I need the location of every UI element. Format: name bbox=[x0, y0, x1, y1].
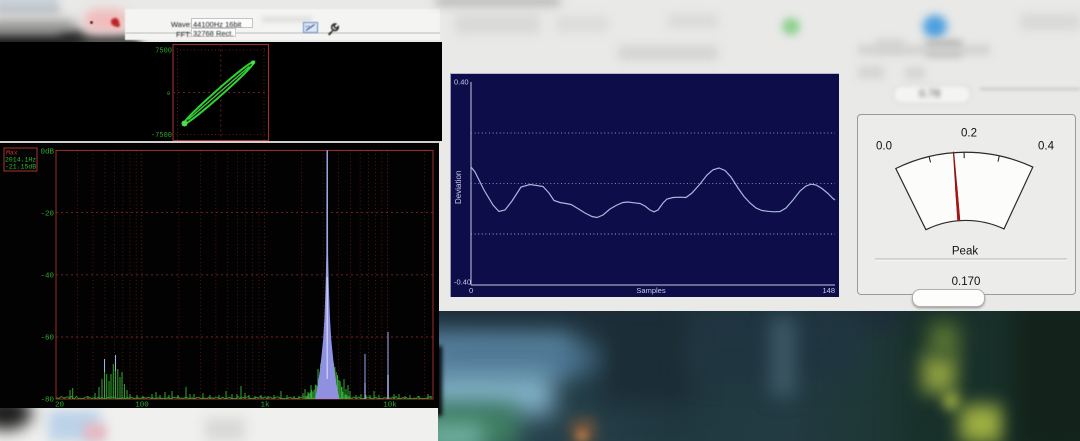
svg-text:20: 20 bbox=[55, 402, 65, 409]
svg-text:0.0: 0.0 bbox=[876, 141, 892, 153]
svg-text:Samples: Samples bbox=[636, 286, 665, 295]
svg-text:-40: -40 bbox=[40, 273, 54, 281]
svg-text:0.2: 0.2 bbox=[961, 128, 977, 140]
svg-text:-21.15dB: -21.15dB bbox=[5, 164, 36, 171]
svg-text:0.40: 0.40 bbox=[454, 78, 469, 87]
svg-text:148: 148 bbox=[822, 286, 835, 295]
svg-text:2014.1Hz: 2014.1Hz bbox=[5, 157, 36, 164]
svg-text:-7500: -7500 bbox=[151, 132, 172, 140]
svg-text:-80: -80 bbox=[40, 397, 54, 405]
svg-text:7500: 7500 bbox=[155, 48, 172, 56]
svg-text:-60: -60 bbox=[40, 335, 54, 343]
svg-text:Deviation: Deviation bbox=[454, 171, 463, 204]
svg-text:FF: FF bbox=[306, 24, 311, 29]
svg-text:100: 100 bbox=[135, 402, 149, 409]
svg-text:10k: 10k bbox=[383, 402, 397, 409]
svg-text:-20: -20 bbox=[40, 211, 54, 219]
svg-text:Peak: Peak bbox=[952, 246, 978, 258]
svg-text:0: 0 bbox=[469, 286, 473, 295]
svg-text:0: 0 bbox=[167, 91, 170, 97]
svg-text:0dB: 0dB bbox=[40, 149, 54, 157]
svg-text:1k: 1k bbox=[260, 402, 270, 409]
svg-text:0.4: 0.4 bbox=[1038, 141, 1055, 153]
svg-text:0.170: 0.170 bbox=[952, 276, 981, 288]
svg-text:Max: Max bbox=[6, 150, 18, 157]
